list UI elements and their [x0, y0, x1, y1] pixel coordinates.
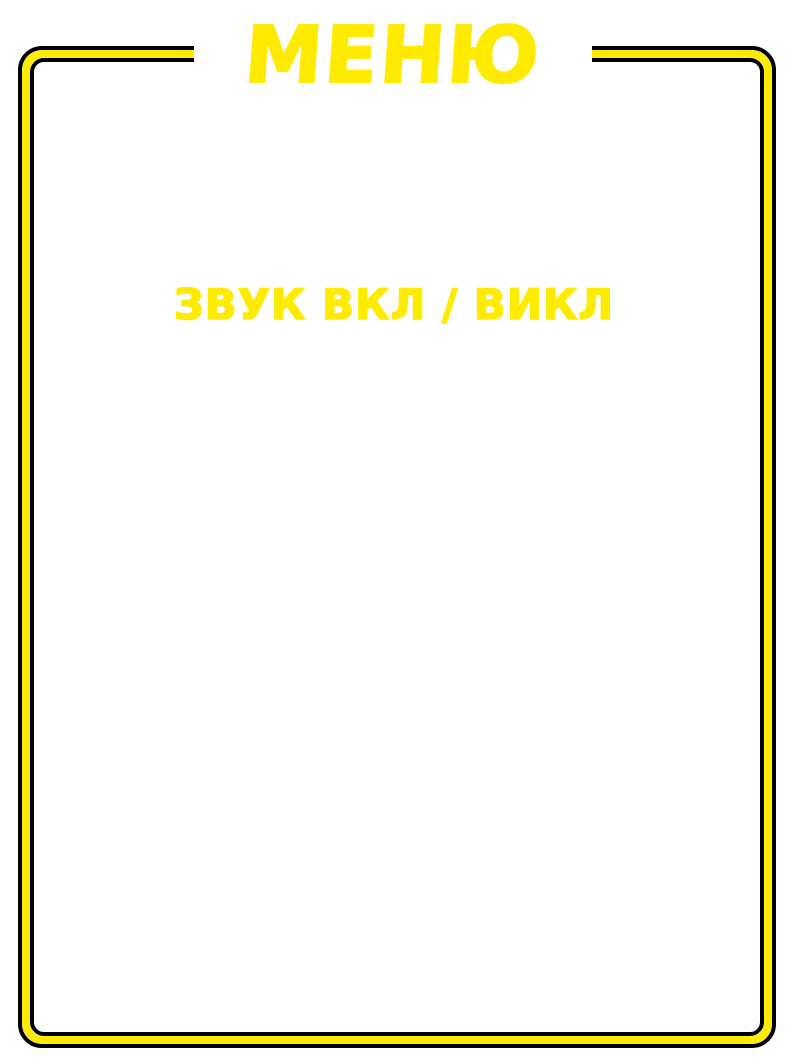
- sound-toggle-button[interactable]: ЗВУК ВКЛ / ВИКЛ: [110, 276, 678, 332]
- menu-title: МЕНЮ: [241, 10, 545, 102]
- menu-title-banner: МЕНЮ: [194, 10, 592, 102]
- sound-toggle-label: ЗВУК ВКЛ / ВИКЛ: [173, 279, 615, 330]
- menu-frame: [18, 46, 776, 1048]
- menu-screen: МЕНЮ ЗВУК ВКЛ / ВИКЛ: [0, 0, 788, 1060]
